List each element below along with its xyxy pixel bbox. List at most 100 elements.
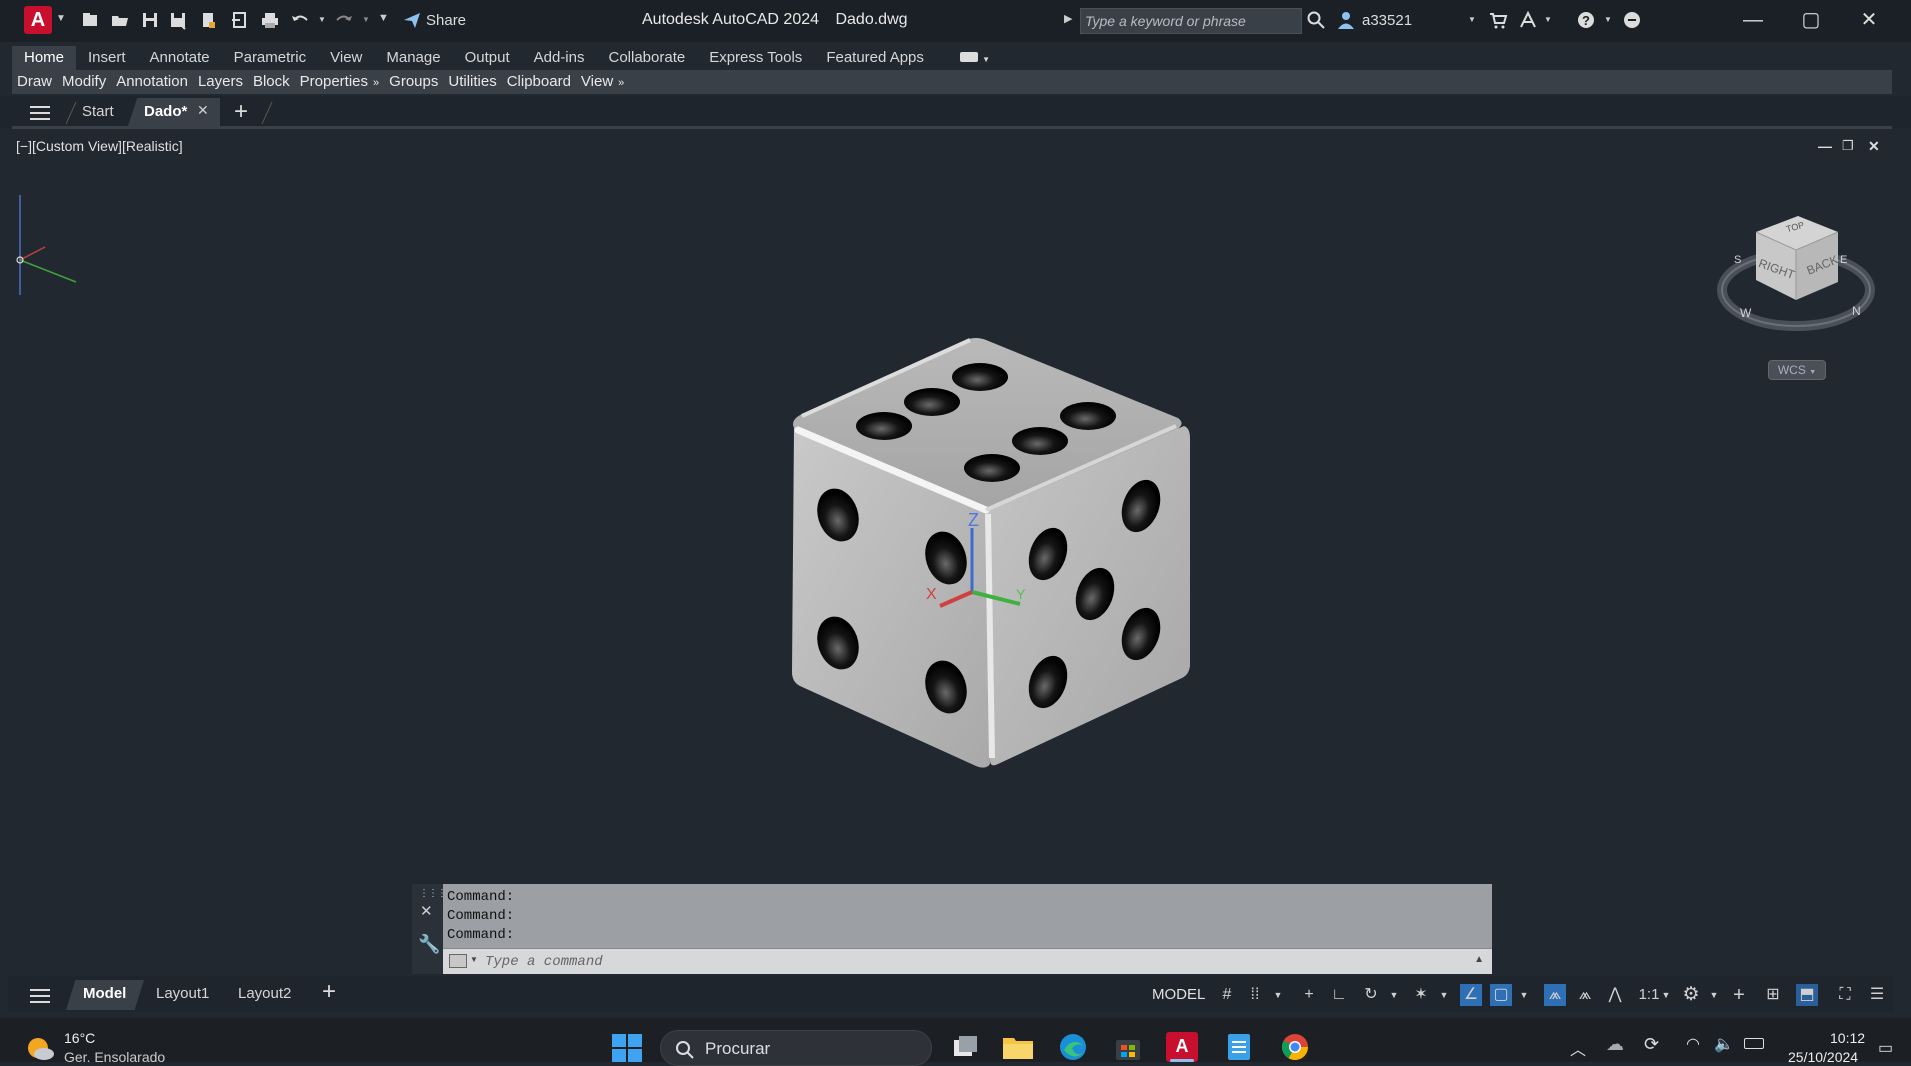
tab-start[interactable]: Start	[82, 103, 114, 120]
clean-screen-icon[interactable]: ⛶	[1834, 984, 1856, 1006]
panel-modify[interactable]: Modify	[57, 70, 111, 94]
panel-block[interactable]: Block	[248, 70, 295, 94]
clock-date[interactable]: 25/10/2024	[1788, 1049, 1858, 1065]
isodraft-icon[interactable]: ✶	[1410, 984, 1432, 1006]
help-dropdown-icon[interactable]: ▼	[1604, 15, 1612, 24]
print-icon[interactable]	[260, 10, 280, 30]
windows-start-icon[interactable]	[612, 1034, 642, 1062]
app-dropdown-icon[interactable]: ▼	[1544, 15, 1552, 24]
user-dropdown-icon[interactable]: ▼	[1468, 15, 1476, 24]
search-expand-icon[interactable]: ▶	[1064, 12, 1072, 25]
file-tabs-menu-icon[interactable]	[30, 104, 50, 120]
feedback-icon[interactable]	[1622, 10, 1642, 30]
minimize-button[interactable]: —	[1738, 8, 1768, 32]
autodesk-app-icon[interactable]	[1518, 10, 1538, 30]
tab-layout2[interactable]: Layout2	[238, 985, 291, 1002]
task-view-icon[interactable]	[952, 1034, 980, 1060]
battery-icon[interactable]	[1744, 1038, 1764, 1049]
panel-annotation[interactable]: Annotation	[111, 70, 193, 94]
close-tab-icon[interactable]: ✕	[197, 102, 209, 119]
panel-properties[interactable]: Properties »	[295, 70, 385, 94]
share-icon[interactable]	[402, 10, 422, 30]
scale-dropdown-icon[interactable]: ▼	[1660, 984, 1672, 1006]
polar-dropdown-icon[interactable]: ▼	[1388, 984, 1400, 1006]
grip-icon[interactable]: ⋮⋮⋮	[419, 888, 447, 899]
command-history-expand-icon[interactable]: ▲	[1474, 954, 1484, 965]
help-icon[interactable]: ?	[1576, 10, 1596, 30]
gear-icon[interactable]: ⚙	[1680, 984, 1702, 1006]
panel-view[interactable]: View »	[576, 70, 629, 94]
tab-express-tools[interactable]: Express Tools	[697, 46, 814, 70]
volume-icon[interactable]: 🔈	[1714, 1034, 1734, 1054]
isodraft-dropdown-icon[interactable]: ▼	[1438, 984, 1450, 1006]
tab-view[interactable]: View	[318, 46, 374, 70]
object-snap-tracking-icon[interactable]: ∠	[1460, 984, 1482, 1006]
viewport-close-icon[interactable]: ✕	[1868, 138, 1880, 155]
panel-groups[interactable]: Groups	[384, 70, 443, 94]
polar-tracking-icon[interactable]: ↻	[1360, 984, 1382, 1006]
close-button[interactable]: ✕	[1854, 8, 1884, 32]
viewport-restore-icon[interactable]: ❐	[1842, 138, 1854, 154]
auto-scale-icon[interactable]: ⩕	[1574, 984, 1596, 1006]
panel-draw[interactable]: Draw	[12, 70, 57, 94]
undo-icon[interactable]	[290, 10, 310, 30]
snap-icon[interactable]: ⁞⁞	[1244, 984, 1266, 1006]
autocad-taskbar-icon[interactable]: A	[1166, 1032, 1198, 1062]
redo-dropdown-icon[interactable]: ▼	[362, 15, 370, 24]
tab-annotate[interactable]: Annotate	[138, 46, 222, 70]
show-hidden-icons[interactable]: ︿	[1570, 1036, 1586, 1060]
taskbar-search-box[interactable]: Procurar	[660, 1030, 932, 1066]
undo-dropdown-icon[interactable]: ▼	[318, 15, 326, 24]
notifications-icon[interactable]: ▭	[1878, 1038, 1893, 1058]
customization-menu-icon[interactable]: ☰	[1866, 984, 1888, 1006]
annotation-monitor-icon[interactable]: +	[1728, 984, 1750, 1006]
object-snap-icon[interactable]: ▢	[1490, 984, 1512, 1006]
tab-dado[interactable]: Dado*	[144, 103, 187, 120]
redo-icon[interactable]	[334, 10, 354, 30]
file-explorer-icon[interactable]	[1002, 1034, 1034, 1060]
help-search-box[interactable]	[1080, 8, 1302, 34]
save-icon[interactable]	[140, 10, 160, 30]
grid-icon[interactable]: #	[1216, 984, 1238, 1006]
tab-featured-apps[interactable]: Featured Apps	[814, 46, 936, 70]
import-icon[interactable]	[230, 10, 250, 30]
wifi-icon[interactable]: ◠	[1686, 1034, 1700, 1054]
quick-properties-icon[interactable]: ⬒	[1796, 984, 1818, 1006]
onedrive-icon[interactable]: ☁	[1606, 1034, 1624, 1055]
weather-sun-icon[interactable]	[24, 1034, 56, 1062]
close-command-line-icon[interactable]: ✕	[420, 902, 433, 920]
search-icon[interactable]	[1306, 10, 1326, 30]
chrome-browser-icon[interactable]	[1280, 1032, 1310, 1062]
new-file-icon[interactable]	[80, 10, 100, 30]
weather-description[interactable]: Ger. Ensolarado	[64, 1049, 165, 1065]
panel-layers[interactable]: Layers	[193, 70, 248, 94]
autocad-logo[interactable]: A	[24, 6, 52, 34]
customize-wrench-icon[interactable]: 🔧	[418, 934, 440, 955]
maximize-button[interactable]: ▢	[1796, 8, 1826, 32]
tab-manage[interactable]: Manage	[374, 46, 452, 70]
tab-layout1[interactable]: Layout1	[156, 985, 209, 1002]
sync-icon[interactable]: ⟳	[1644, 1034, 1659, 1055]
model-space-button[interactable]: MODEL	[1152, 986, 1205, 1003]
save-as-icon[interactable]	[168, 10, 188, 30]
microsoft-store-icon[interactable]	[1114, 1034, 1142, 1060]
panel-clipboard[interactable]: Clipboard	[502, 70, 576, 94]
infer-constraints-icon[interactable]: +	[1298, 984, 1320, 1006]
app-menu-dropdown-icon[interactable]: ▼	[56, 13, 66, 24]
help-search-input[interactable]	[1081, 9, 1301, 33]
annotation-scale-icon[interactable]: ⋀	[1604, 984, 1626, 1006]
open-folder-icon[interactable]	[110, 10, 130, 30]
tab-collaborate[interactable]: Collaborate	[596, 46, 697, 70]
cart-icon[interactable]	[1488, 10, 1508, 30]
recent-commands-icon[interactable]	[449, 954, 467, 968]
annotation-visibility-icon[interactable]: ⩕	[1544, 984, 1566, 1006]
user-icon[interactable]	[1336, 10, 1356, 30]
publish-icon[interactable]	[198, 10, 218, 30]
command-line-handle[interactable]: ⋮⋮⋮ ✕ 🔧	[412, 884, 447, 974]
tab-insert[interactable]: Insert	[76, 46, 138, 70]
tab-home[interactable]: Home	[12, 46, 77, 70]
notepad-icon[interactable]	[1226, 1032, 1252, 1062]
tab-model[interactable]: Model	[83, 985, 126, 1002]
clock-time[interactable]: 10:12	[1830, 1030, 1865, 1046]
layout-tabs-menu-icon[interactable]	[30, 987, 50, 1003]
